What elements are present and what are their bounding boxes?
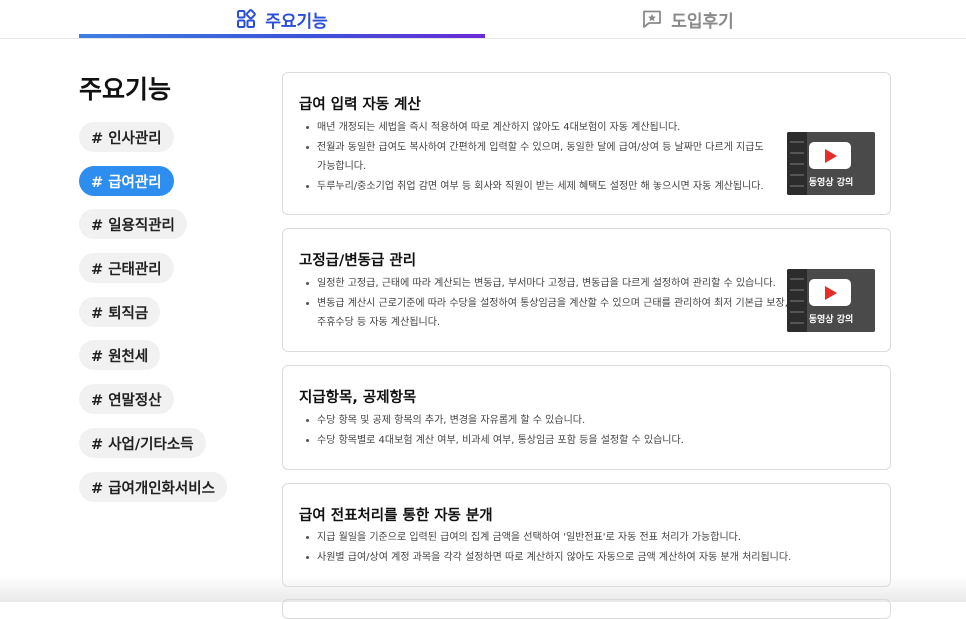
active-tab-indicator bbox=[79, 34, 485, 38]
play-icon bbox=[809, 142, 851, 169]
sidebar-item-withholding-tax[interactable]: # 원천세 bbox=[79, 340, 161, 370]
bullet-item-continued: 가능합니다. bbox=[317, 161, 367, 172]
video-lecture-thumbnail[interactable]: 동영상 강의 bbox=[787, 269, 875, 332]
bullet-item: 수당 항목 및 공제 항목의 추가, 변경을 자유롭게 할 수 있습니다. bbox=[299, 411, 684, 431]
sidebar-item-attendance[interactable]: # 근태관리 bbox=[79, 253, 174, 283]
feature-card-auto-calc: 급여 입력 자동 계산 매년 개정되는 세법을 즉시 적용하여 따로 계산하지 … bbox=[282, 72, 891, 215]
tab-reviews-label: 도입후기 bbox=[671, 11, 734, 32]
sidebar-item-hr[interactable]: # 인사관리 bbox=[79, 122, 174, 152]
bullet-item: 사원별 급여/상여 계정 과목을 각각 설정하면 따로 계산하지 않아도 자동으… bbox=[299, 548, 791, 568]
card-bullets: 수당 항목 및 공제 항목의 추가, 변경을 자유롭게 할 수 있습니다. 수당… bbox=[299, 411, 684, 450]
card-title: 고정급/변동급 관리 bbox=[299, 253, 417, 269]
tab-main-features-label: 주요기능 bbox=[265, 11, 328, 32]
sidebar-item-business-income[interactable]: # 사업/기타소득 bbox=[79, 428, 206, 458]
sidebar-item-payroll-personal-service[interactable]: # 급여개인화서비스 bbox=[79, 472, 227, 502]
card-bullets: 일정한 고정급, 근태에 따라 계산되는 변동급, 부서마다 고정급, 변동급을… bbox=[299, 274, 788, 333]
video-label: 동영상 강의 bbox=[808, 178, 854, 188]
bullet-item-continued: 주휴수당 등 자동 계산됩니다. bbox=[317, 317, 441, 328]
video-lecture-thumbnail[interactable]: 동영상 강의 bbox=[787, 132, 875, 195]
section-title: 주요기능 bbox=[79, 75, 172, 104]
card-title: 급여 전표처리를 통한 자동 분개 bbox=[299, 508, 493, 524]
video-label: 동영상 강의 bbox=[808, 315, 854, 325]
bullet-item: 수당 항목별로 4대보험 계산 여부, 비과세 여부, 통상임금 포함 등을 설… bbox=[299, 431, 684, 451]
feature-card-auto-journal: 급여 전표처리를 통한 자동 분개 지급 월일을 기준으로 입력된 급여의 집계… bbox=[282, 483, 891, 587]
tab-reviews[interactable]: 도입후기 bbox=[485, 0, 891, 38]
card-title: 지급항목, 공제항목 bbox=[299, 390, 417, 406]
top-tab-bar: 주요기능 도입후기 bbox=[0, 0, 966, 39]
grid-icon bbox=[237, 9, 257, 28]
bullet-item: 전월과 동일한 급여도 복사하여 간편하게 입력할 수 있으며, 동일한 달에 … bbox=[299, 138, 764, 158]
feature-card-fixed-variable-pay: 고정급/변동급 관리 일정한 고정급, 근태에 따라 계산되는 변동급, 부서마… bbox=[282, 228, 891, 352]
play-icon bbox=[809, 279, 851, 306]
sidebar-item-severance[interactable]: # 퇴직금 bbox=[79, 297, 161, 327]
bullet-item: 변동급 계산시 근로기준에 따라 수당을 설정하여 통상임금을 계산할 수 있으… bbox=[299, 294, 788, 314]
feature-card-pay-deduction-items: 지급항목, 공제항목 수당 항목 및 공제 항목의 추가, 변경을 자유롭게 할… bbox=[282, 365, 891, 470]
star-review-icon bbox=[643, 10, 662, 28]
card-title: 급여 입력 자동 계산 bbox=[299, 97, 421, 113]
sidebar-item-daily-worker[interactable]: # 일용직관리 bbox=[79, 209, 187, 239]
bullet-item: 지급 월일을 기준으로 입력된 급여의 집계 금액을 선택하여 '일반전표'로 … bbox=[299, 528, 791, 548]
tab-main-features[interactable]: 주요기능 bbox=[79, 0, 485, 38]
card-bullets: 매년 개정되는 세법을 즉시 적용하여 따로 계산하지 않아도 4대보험이 자동… bbox=[299, 118, 764, 196]
bottom-fade bbox=[0, 575, 966, 602]
card-bullets: 지급 월일을 기준으로 입력된 급여의 집계 금액을 선택하여 '일반전표'로 … bbox=[299, 528, 791, 567]
sidebar-item-payroll[interactable]: # 급여관리 bbox=[79, 166, 174, 196]
sidebar-item-year-end-settlement[interactable]: # 연말정산 bbox=[79, 384, 174, 414]
feature-card-next bbox=[282, 599, 891, 619]
bullet-item: 두루누리/중소기업 취업 감면 여부 등 회사와 직원이 받는 세제 혜택도 설… bbox=[299, 177, 764, 197]
bullet-item: 매년 개정되는 세법을 즉시 적용하여 따로 계산하지 않아도 4대보험이 자동… bbox=[299, 118, 764, 138]
bullet-item: 일정한 고정급, 근태에 따라 계산되는 변동급, 부서마다 고정급, 변동급을… bbox=[299, 274, 788, 294]
